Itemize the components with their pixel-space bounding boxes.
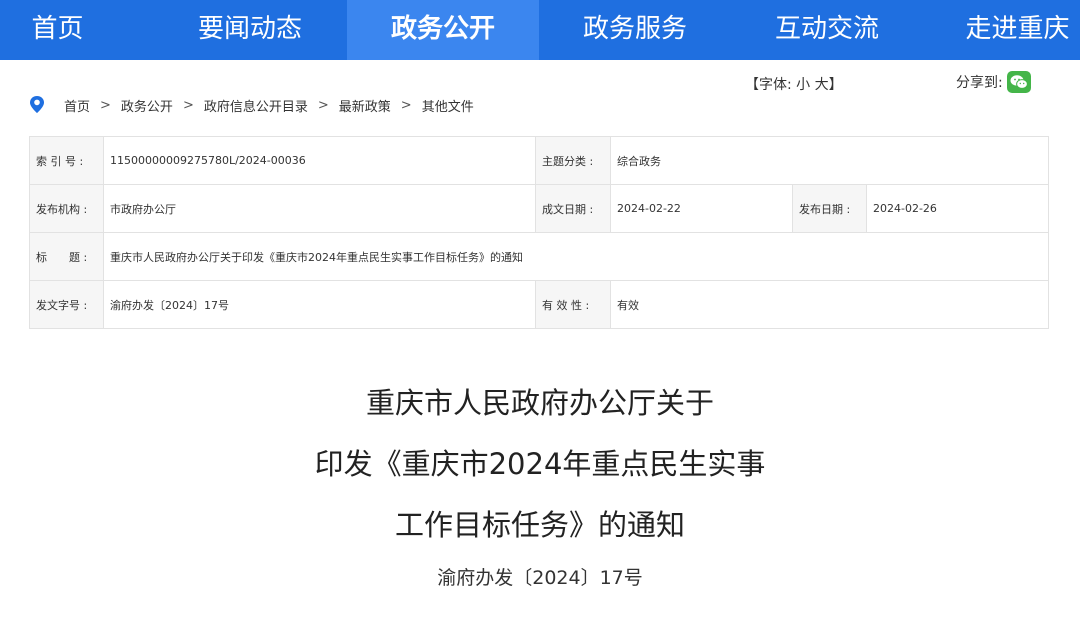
nav-item-home[interactable]: 首页 [0,0,115,60]
nav-item-about-chongqing[interactable]: 走进重庆 [955,0,1080,60]
index-number-value: 11500000009275780L/2024-00036 [103,136,536,185]
font-size-large-button[interactable]: 大 [815,77,829,93]
document-title-line-3: 工作目标任务》的通知 [394,508,685,542]
nav-item-government-affairs[interactable]: 政务公开 [347,0,539,60]
document-number: 渝府办发〔2024〕17号 [437,567,643,589]
breadcrumb-info-catalog[interactable]: 政府信息公开目录 [204,96,308,115]
breadcrumb-other-documents[interactable]: 其他文件 [422,96,474,115]
wechat-icon[interactable] [1006,71,1031,93]
font-size-small-button[interactable]: 小 [796,77,810,93]
breadcrumb-separator: > [182,97,194,113]
table-row: 发文字号 : 渝府办发〔2024〕17号 有 效 性 : 有效 [29,280,1049,329]
share-bar: 分享到: [956,71,1031,93]
document-title-line-1: 重庆市人民政府办公厅关于 [365,386,714,420]
title-value: 重庆市人民政府办公厅关于印发《重庆市2024年重点民生实事工作目标任务》的通知 [103,232,1049,281]
issuer-value: 市政府办公厅 [103,184,536,233]
breadcrumb: 首页 > 政务公开 > 政府信息公开目录 > 最新政策 > 其他文件 [28,95,474,115]
document-number-label: 发文字号 : [29,280,104,329]
validity-value: 有效 [610,280,1049,329]
breadcrumb-separator: > [400,97,412,113]
table-row: 发布机构 : 市政府办公厅 成文日期 : 2024-02-22 发布日期 : 2… [29,184,1049,233]
published-date-label: 发布日期 : [792,184,867,233]
document-number-value: 渝府办发〔2024〕17号 [103,280,536,329]
written-date-value: 2024-02-22 [610,184,793,233]
issuer-label: 发布机构 : [29,184,104,233]
validity-label: 有 效 性 : [535,280,611,329]
written-date-label: 成文日期 : [535,184,611,233]
font-size-control: 【字体: 小 大】 [745,74,843,94]
nav-item-services[interactable]: 政务服务 [539,0,731,60]
font-size-label-open: 【字体: [745,77,792,93]
font-size-label-close: 】 [828,77,843,93]
breadcrumb-latest-policy[interactable]: 最新政策 [339,96,391,115]
published-date-value: 2024-02-26 [866,184,1049,233]
breadcrumb-home[interactable]: 首页 [64,96,90,115]
breadcrumb-separator: > [100,97,111,113]
document-title-line-2: 印发《重庆市2024年重点民生实事 [314,447,766,481]
table-row: 标 题 : 重庆市人民政府办公厅关于印发《重庆市2024年重点民生实事工作目标任… [29,232,1049,281]
topic-value: 综合政务 [610,136,1049,185]
location-pin-icon [30,96,44,113]
top-nav: 首页 要闻动态 政务公开 政务服务 互动交流 走进重庆 [0,0,1080,60]
breadcrumb-government-affairs[interactable]: 政务公开 [121,96,173,115]
breadcrumb-separator: > [317,97,329,113]
title-label: 标 题 : [29,232,104,281]
document-info-table: 索 引 号 : 11500000009275780L/2024-00036 主题… [29,136,1049,329]
nav-item-news[interactable]: 要闻动态 [155,0,345,60]
nav-item-interaction[interactable]: 互动交流 [731,0,923,60]
share-label: 分享到: [956,75,1003,91]
index-number-label: 索 引 号 : [29,136,104,185]
table-row: 索 引 号 : 11500000009275780L/2024-00036 主题… [29,136,1049,185]
topic-label: 主题分类 : [535,136,611,185]
